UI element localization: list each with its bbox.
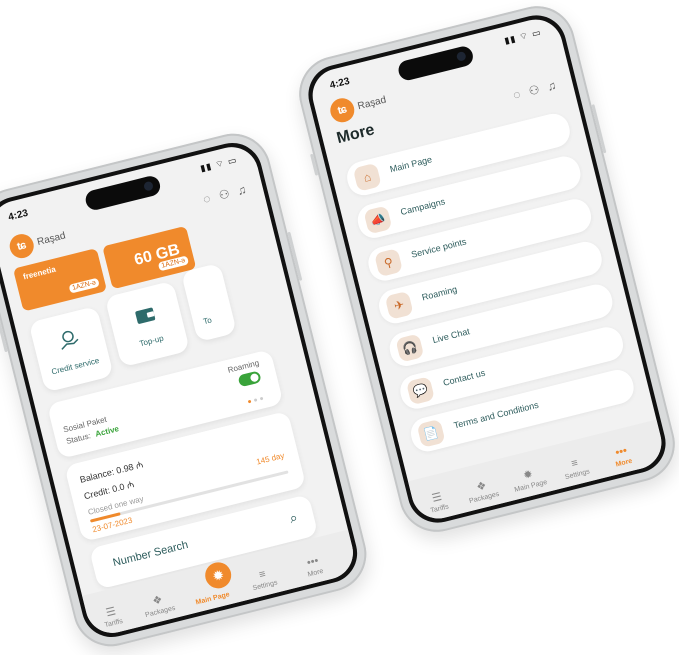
chat-icon[interactable]: ◌ [508, 86, 525, 103]
promo-banner-freenetia[interactable]: freenetia 1AZN-ə [12, 248, 108, 312]
top-up-tile[interactable]: Top-up [104, 280, 190, 368]
location-pin-icon: ⚲ [373, 248, 404, 278]
tab-label: More [306, 567, 325, 579]
main-page-center-icon[interactable]: ✹ [202, 559, 234, 592]
display: 4:23 ▮▮ ⌔ ▭ ʨ Raşad More ◌ ⚇ ♫ ⌂ Main Pag… [306, 13, 668, 525]
bell-icon[interactable]: ♫ [233, 182, 250, 199]
volume-button [310, 153, 319, 176]
credit-hand-icon [56, 327, 83, 354]
menu-label: Main Page [388, 154, 434, 175]
tab-settings[interactable]: ≡ Settings [240, 563, 288, 594]
tab-label: Main Page [195, 591, 231, 607]
tab-main-page[interactable]: Main Page [191, 590, 235, 607]
banner-price: 1AZN-ə [68, 277, 100, 294]
days-left: 145 day [255, 450, 286, 467]
document-icon: 📄 [416, 418, 446, 448]
camera-icon [143, 180, 154, 192]
phone-right: 4:23 ▮▮ ⌔ ▭ ʨ Raşad More ◌ ⚇ ♫ ⌂ Main Pag… [291, 0, 679, 540]
screen-bezel: 4:23 ▮▮ ⌔ ▭ ʨ Raşad More ◌ ⚇ ♫ ⌂ Main Pag… [302, 9, 672, 529]
partial-tile[interactable]: To [180, 262, 238, 343]
menu-label: Terms and Conditions [452, 399, 540, 431]
number-search-label: Number Search [111, 538, 190, 570]
volume-button [0, 316, 8, 353]
tab-main-page[interactable]: ✹ Main Page [505, 463, 553, 495]
tab-more[interactable]: ••• More [290, 551, 338, 582]
tab-settings[interactable]: ≡ Settings [552, 452, 600, 483]
menu-label: Service points [410, 236, 468, 260]
message-icon: 💬 [405, 376, 436, 406]
bell-icon[interactable]: ♫ [543, 77, 560, 94]
page-title: More [335, 121, 377, 148]
camera-icon [455, 50, 467, 62]
status-icons: ▮▮ ⌔ ▭ [503, 26, 543, 46]
tab-tariffs[interactable]: ☰ Tariffs [88, 600, 136, 632]
roaming-toggle[interactable] [237, 370, 262, 388]
power-button [591, 104, 607, 154]
add-user-icon[interactable]: ⚇ [216, 186, 233, 203]
screen-bezel: 4:23 ▮▮ ⌔ ▭ ʨ Raşad ◌ ⚇ ♫ freenetia 1AZN… [0, 136, 364, 644]
display: 4:23 ▮▮ ⌔ ▭ ʨ Raşad ◌ ⚇ ♫ freenetia 1AZN… [0, 141, 359, 639]
menu-label: Live Chat [431, 326, 471, 346]
menu-label: Roaming [420, 284, 459, 303]
magnifier-icon: ⌕ [287, 508, 300, 527]
tile-label: Top-up [138, 333, 165, 349]
menu-label: Campaigns [399, 196, 447, 218]
status-value: Active [94, 424, 120, 439]
status-label: Status: [65, 431, 92, 446]
tab-more[interactable]: ••• More [598, 441, 646, 472]
tab-packages[interactable]: ❖ Packages [135, 589, 183, 621]
app-logo: ʨ [327, 95, 357, 125]
banner-brand: freenetia [22, 264, 57, 282]
power-button [287, 231, 303, 281]
dynamic-island [396, 44, 476, 83]
megaphone-icon: 📣 [363, 205, 393, 235]
headset-icon: 🎧 [395, 333, 425, 363]
phone-left: 4:23 ▮▮ ⌔ ▭ ʨ Raşad ◌ ⚇ ♫ freenetia 1AZN… [0, 125, 375, 655]
tab-tariffs[interactable]: ☰ Tariffs [414, 486, 462, 518]
dynamic-island [83, 174, 163, 212]
tab-packages[interactable]: ❖ Packages [458, 475, 506, 507]
tile-label: To [202, 315, 213, 327]
app-logo: ʨ [7, 231, 37, 261]
chat-icon[interactable]: ◌ [198, 190, 215, 207]
username: Raşad [356, 94, 388, 113]
tab-label: More [615, 457, 633, 469]
username: Raşad [36, 230, 67, 249]
menu-label: Contact us [442, 367, 487, 388]
status-icons: ▮▮ ⌔ ▭ [199, 154, 239, 174]
status-time: 4:23 [7, 207, 30, 224]
tile-label: Credit service [50, 355, 101, 377]
credit-service-tile[interactable]: Credit service [28, 305, 114, 393]
wallet-icon [132, 302, 159, 329]
status-time: 4:23 [328, 75, 351, 92]
add-user-icon[interactable]: ⚇ [526, 82, 543, 99]
home-icon: ⌂ [352, 162, 382, 192]
airplane-icon: ✈ [384, 290, 414, 320]
pager-dots: ● ● ● [246, 395, 265, 406]
